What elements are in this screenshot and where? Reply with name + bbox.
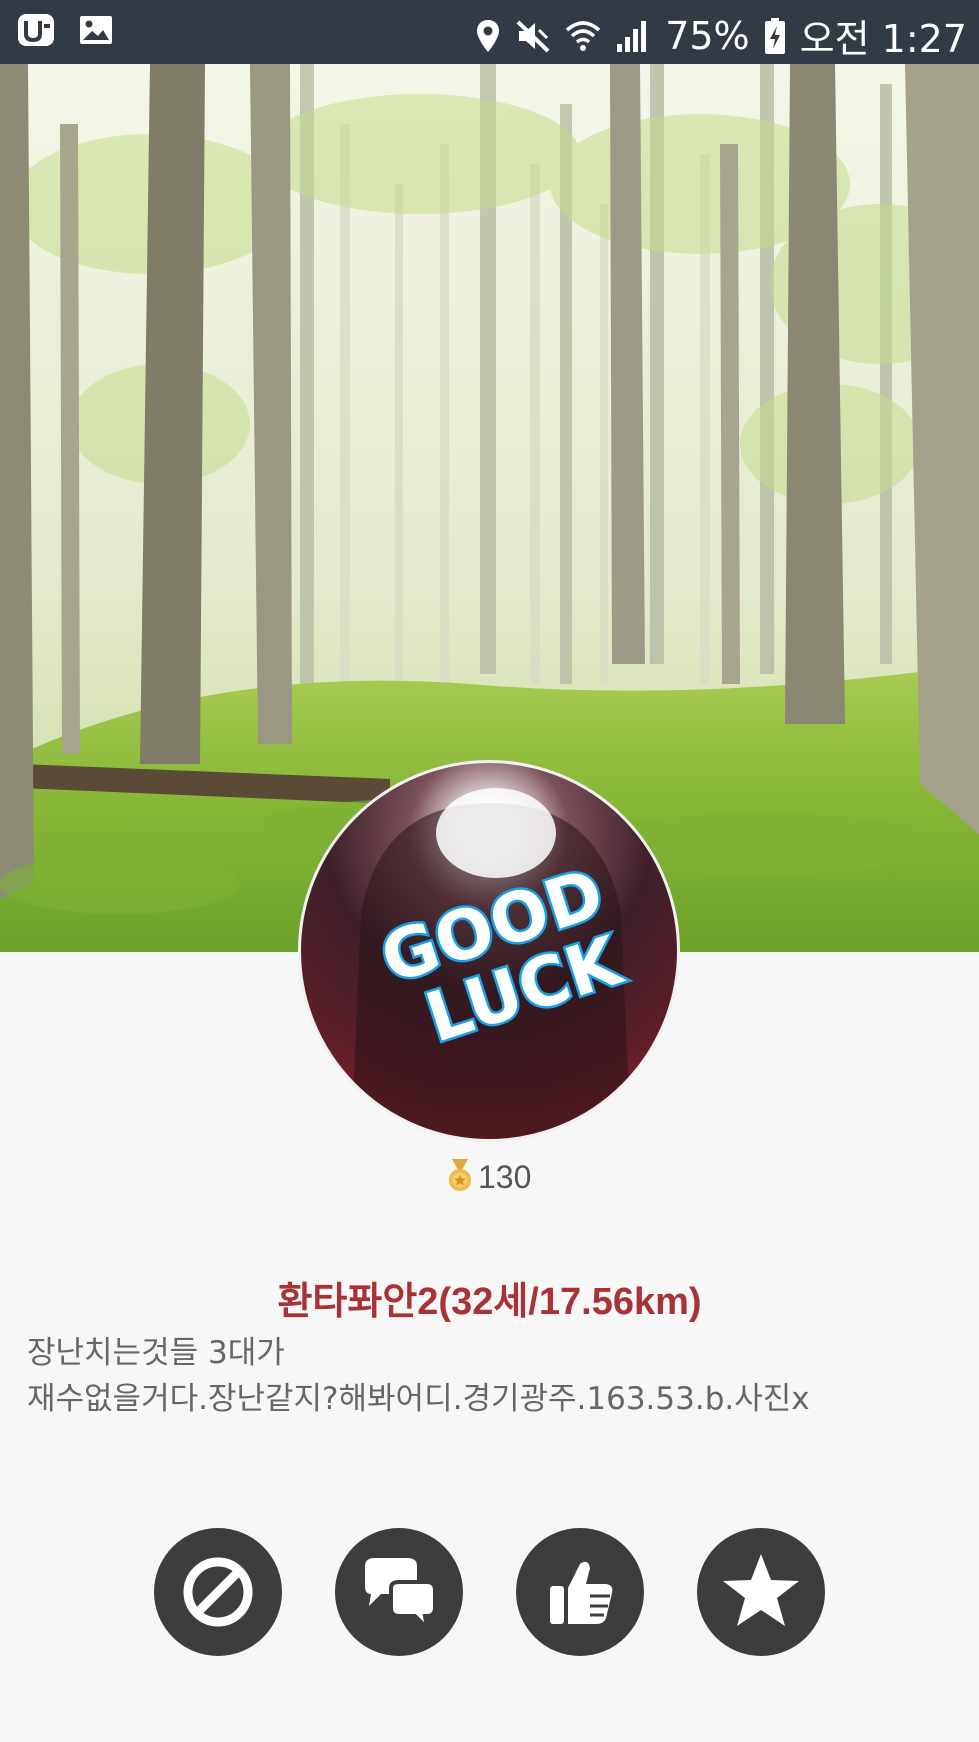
mute-icon [515,18,551,54]
profile-screen: 75% 오전 1:27 GOOD LUCK 130 환타퐈안2(32세/17.5… [0,0,979,1742]
signal-icon [615,18,651,54]
points-value: 130 [478,1158,532,1195]
chat-bubbles-icon [357,1552,441,1632]
block-button[interactable] [154,1528,282,1656]
profile-name: 환타퐈안2(32세/17.56km) [277,1281,702,1323]
thumbs-up-icon [540,1552,620,1632]
clock: 오전 1:27 [799,17,967,61]
battery-percent: 75% [665,13,750,58]
star-icon [719,1550,803,1634]
location-icon [475,18,501,54]
action-bar [154,1528,825,1656]
status-message: 장난치는것들 3대가 재수없을거다.장난같지?해봐어디.경기광주.163.53.… [27,1330,957,1422]
chat-button[interactable] [335,1528,463,1656]
block-icon [178,1552,258,1632]
gallery-icon [78,13,114,47]
favorite-button[interactable] [697,1528,825,1656]
status-bar: 75% 오전 1:27 [0,0,979,64]
status-line-2: 재수없을거다.장난같지?해봐어디.경기광주.163.53.b.사진x [27,1381,810,1417]
points-badge: 130 [446,1158,531,1196]
wifi-icon [565,19,601,53]
profile-avatar[interactable]: GOOD LUCK [298,760,680,1142]
status-line-1: 장난치는것들 3대가 [27,1335,285,1371]
battery-charging-icon [764,17,786,55]
app-u-icon [16,12,56,48]
medal-icon [446,1158,474,1196]
like-button[interactable] [516,1528,644,1656]
